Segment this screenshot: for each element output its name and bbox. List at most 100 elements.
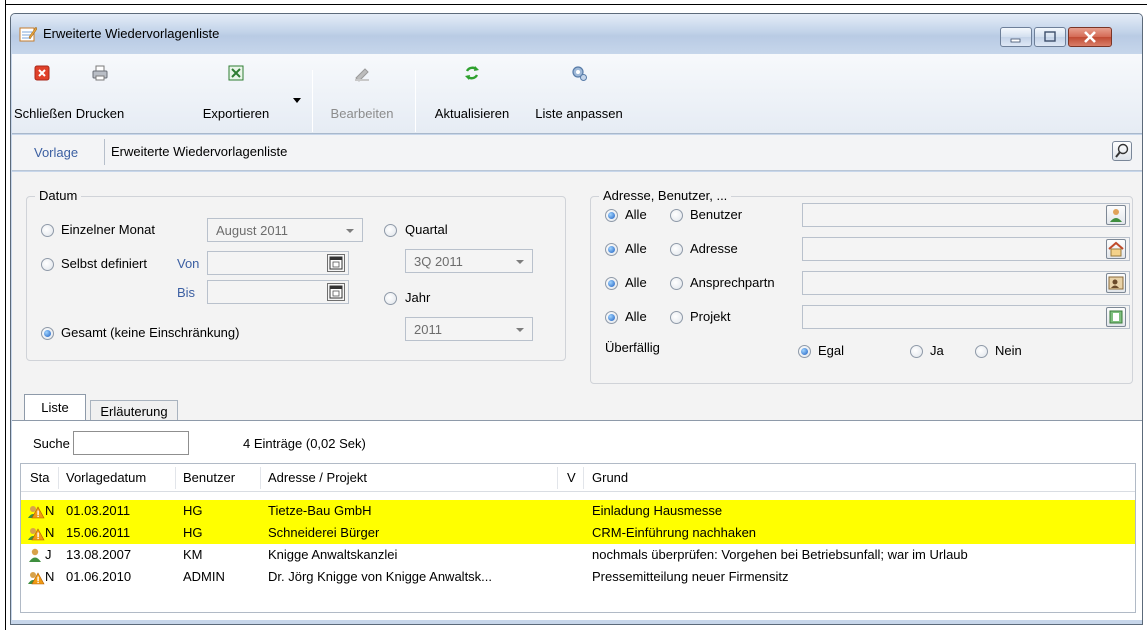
cell-status: N bbox=[45, 569, 55, 584]
export-dropdown-button[interactable] bbox=[288, 54, 306, 134]
calendar-icon bbox=[329, 256, 343, 270]
month-select[interactable]: August 2011 bbox=[207, 218, 363, 242]
tab-list[interactable]: Liste bbox=[24, 394, 86, 422]
close-label: Schließen bbox=[14, 106, 72, 121]
radio-all-user[interactable] bbox=[605, 209, 618, 222]
minimize-button[interactable] bbox=[1000, 27, 1032, 47]
customize-list-button[interactable]: Liste anpassen bbox=[524, 54, 634, 134]
maximize-icon bbox=[1044, 31, 1056, 42]
close-window-button[interactable] bbox=[1068, 27, 1112, 47]
radio-overdue-any[interactable] bbox=[798, 345, 811, 358]
edit-pen-icon bbox=[355, 68, 369, 82]
address-pick-button[interactable] bbox=[1106, 239, 1126, 259]
excel-icon bbox=[228, 65, 244, 81]
radio-user[interactable] bbox=[670, 209, 683, 222]
cell-user: ADMIN bbox=[183, 569, 225, 584]
radio-project[interactable] bbox=[670, 311, 683, 324]
title-bar[interactable]: Erweiterte Wiedervorlagenliste bbox=[11, 14, 1142, 54]
edit-label: Bearbeiten bbox=[330, 106, 394, 121]
table-row[interactable]: J 13.08.2007 KM Knigge Anwaltskanzlei nochma… bbox=[21, 544, 1135, 566]
cell-address: Tietze-Bau GmbH bbox=[268, 503, 372, 518]
from-date-calendar-button[interactable] bbox=[327, 254, 345, 272]
edit-button[interactable]: Bearbeiten bbox=[320, 54, 404, 134]
contact-card-icon bbox=[1108, 276, 1124, 290]
warning-person-icon bbox=[28, 528, 45, 541]
to-date-calendar-button[interactable] bbox=[327, 283, 345, 301]
search-input[interactable] bbox=[73, 431, 189, 455]
gear-icon bbox=[572, 66, 587, 81]
person-ok-icon bbox=[29, 548, 41, 562]
minimize-icon bbox=[1010, 38, 1021, 43]
quarter-select-value: 3Q 2011 bbox=[414, 254, 463, 269]
cell-date: 01.06.2010 bbox=[66, 569, 132, 584]
user-field[interactable] bbox=[802, 203, 1130, 227]
address-field[interactable] bbox=[802, 237, 1130, 261]
radio-custom[interactable] bbox=[41, 258, 54, 271]
date-group-legend: Datum bbox=[35, 188, 82, 203]
table-row[interactable]: N 01.03.2011 HG Tietze-Bau GmbH Einladung Ha… bbox=[21, 500, 1135, 522]
print-button[interactable]: Drucken bbox=[70, 54, 130, 134]
radio-overdue-yes[interactable] bbox=[910, 345, 923, 358]
template-search-button[interactable] bbox=[1112, 141, 1132, 161]
refresh-button[interactable]: Aktualisieren bbox=[422, 54, 522, 134]
column-divider bbox=[175, 467, 176, 489]
toolbar-separator bbox=[415, 70, 416, 132]
table-row[interactable]: N 15.06.2011 HG Schneiderei Bürger CRM-Einfü… bbox=[21, 522, 1135, 544]
radio-all-project[interactable] bbox=[605, 311, 618, 324]
project-folder-icon bbox=[1109, 310, 1123, 324]
cell-status: J bbox=[45, 547, 52, 562]
col-reason[interactable]: Grund bbox=[592, 470, 628, 485]
maximize-button[interactable] bbox=[1034, 27, 1066, 47]
result-grid: Sta Vorlagedatum Benutzer Adresse / Proj… bbox=[20, 463, 1136, 613]
cell-reason: nochmals überprüfen: Vorgehen bei Betrie… bbox=[592, 547, 968, 562]
overdue-yes-label: Ja bbox=[930, 343, 944, 358]
export-button[interactable]: Exportieren bbox=[192, 54, 280, 134]
window-title: Erweiterte Wiedervorlagenliste bbox=[43, 26, 220, 41]
close-button[interactable]: Schließen bbox=[14, 54, 72, 134]
radio-overdue-no[interactable] bbox=[975, 345, 988, 358]
contact-field[interactable] bbox=[802, 271, 1130, 295]
single-month-label: Einzelner Monat bbox=[61, 222, 155, 237]
cell-reason: Pressemitteilung neuer Firmensitz bbox=[592, 569, 789, 584]
template-field[interactable]: Erweiterte Wiedervorlagenliste bbox=[104, 139, 1116, 165]
project-field[interactable] bbox=[802, 305, 1130, 329]
radio-address[interactable] bbox=[670, 243, 683, 256]
user-pick-button[interactable] bbox=[1106, 205, 1126, 225]
chevron-down-icon bbox=[346, 229, 354, 233]
warning-person-icon bbox=[28, 506, 45, 519]
cell-user: KM bbox=[183, 547, 203, 562]
toolbar: Schließen Drucken Exportieren Bearbeiten… bbox=[12, 54, 1142, 134]
col-status[interactable]: Sta bbox=[30, 470, 50, 485]
radio-single-month[interactable] bbox=[41, 224, 54, 237]
search-label: Suche bbox=[33, 436, 70, 451]
project-pick-button[interactable] bbox=[1106, 307, 1126, 327]
col-v[interactable]: V bbox=[567, 470, 576, 485]
table-row[interactable]: N 01.06.2010 ADMIN Dr. Jörg Knigge von Knig… bbox=[21, 566, 1135, 588]
address-group-legend: Adresse, Benutzer, ... bbox=[599, 188, 732, 203]
tab-list-label: Liste bbox=[41, 400, 69, 415]
radio-contact[interactable] bbox=[670, 277, 683, 290]
col-date[interactable]: Vorlagedatum bbox=[66, 470, 146, 485]
radio-quarter[interactable] bbox=[384, 224, 397, 237]
col-user[interactable]: Benutzer bbox=[183, 470, 235, 485]
quarter-select[interactable]: 3Q 2011 bbox=[405, 249, 533, 273]
refresh-icon bbox=[465, 66, 479, 80]
radio-all-contact[interactable] bbox=[605, 277, 618, 290]
export-label: Exportieren bbox=[202, 106, 270, 121]
cell-date: 15.06.2011 bbox=[66, 525, 131, 540]
calendar-icon bbox=[329, 285, 343, 299]
project-label: Projekt bbox=[690, 309, 731, 324]
chevron-down-icon bbox=[293, 98, 301, 103]
col-address[interactable]: Adresse / Projekt bbox=[268, 470, 367, 485]
person-icon bbox=[1110, 209, 1122, 222]
year-select[interactable]: 2011 bbox=[405, 317, 533, 341]
refresh-label: Aktualisieren bbox=[434, 106, 510, 121]
from-label: Von bbox=[177, 256, 200, 271]
search-icon bbox=[1115, 143, 1129, 158]
column-divider bbox=[58, 467, 59, 489]
tab-explanation[interactable]: Erläuterung bbox=[90, 400, 178, 422]
radio-total[interactable] bbox=[41, 327, 54, 340]
contact-pick-button[interactable] bbox=[1106, 273, 1126, 293]
radio-year[interactable] bbox=[384, 292, 397, 305]
radio-all-address[interactable] bbox=[605, 243, 618, 256]
